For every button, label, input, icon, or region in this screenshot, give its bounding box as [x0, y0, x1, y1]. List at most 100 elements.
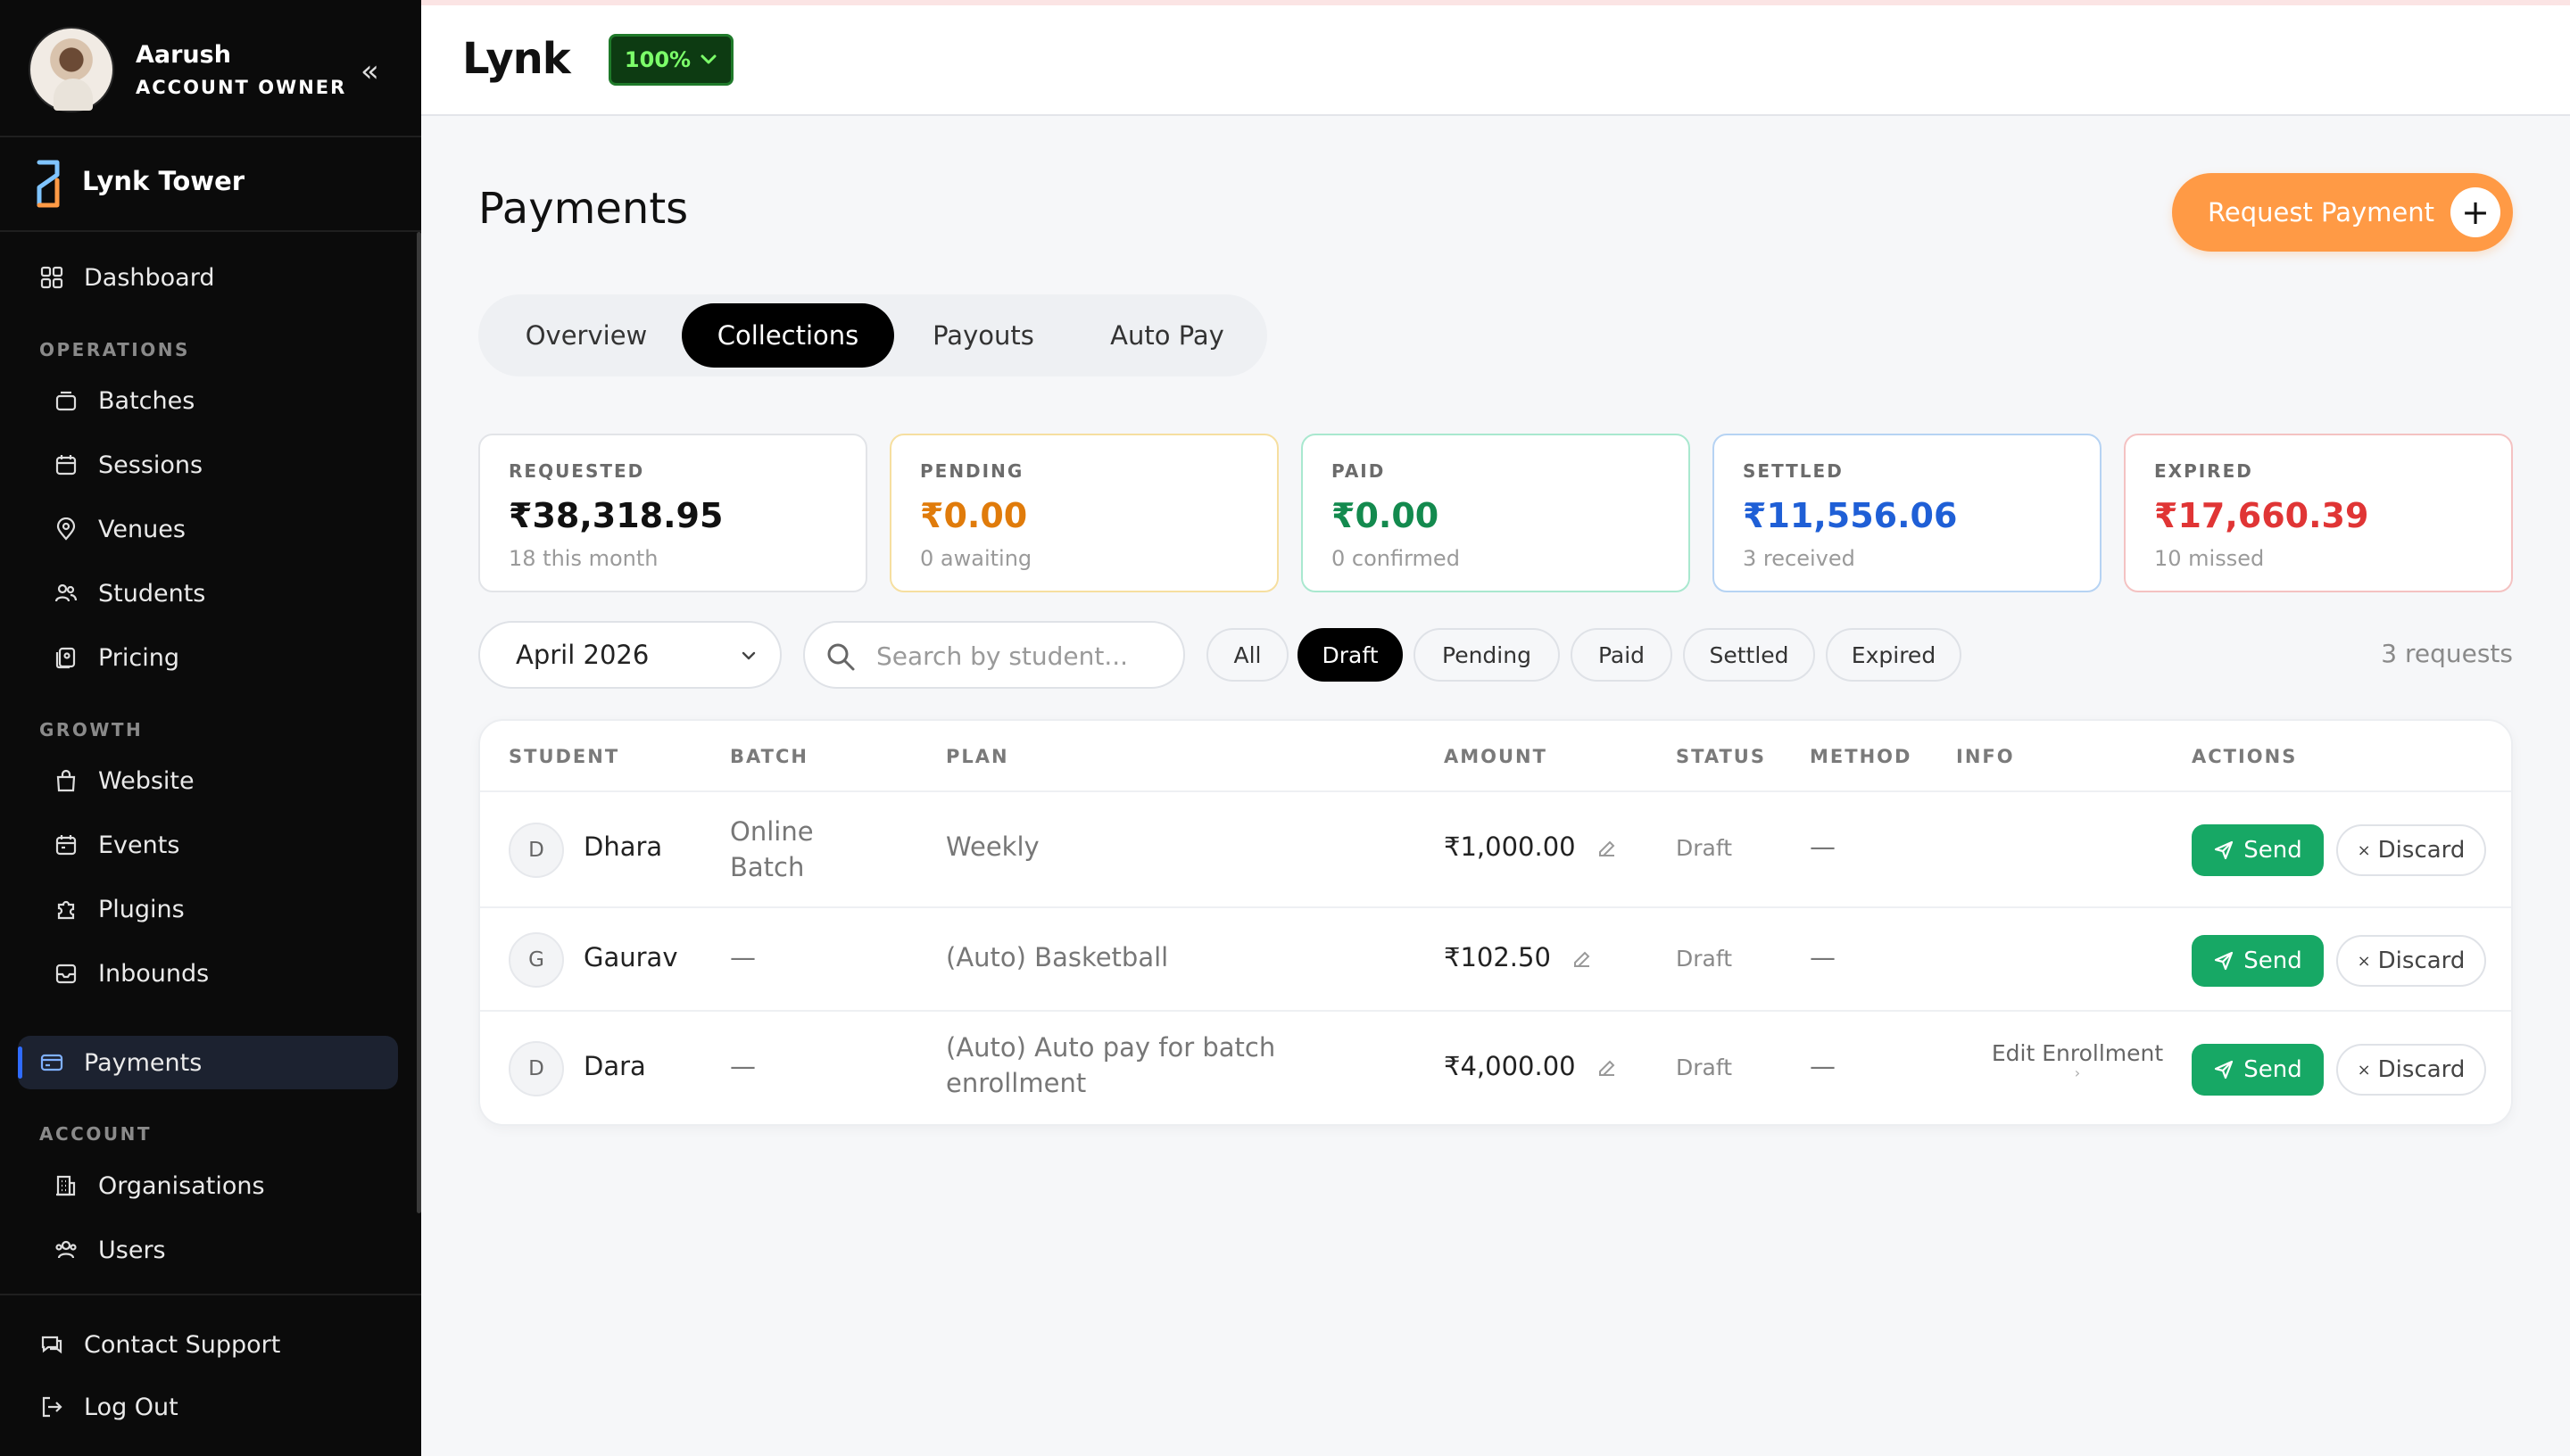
stat-card-settled: SETTLED ₹11,556.06 3 received	[1712, 434, 2102, 592]
amount-value: ₹102.50	[1444, 942, 1551, 972]
discard-button[interactable]: × Discard	[2336, 824, 2486, 876]
calendar-icon	[54, 452, 79, 477]
sidebar-item-sessions[interactable]: Sessions	[54, 438, 410, 492]
sidebar-item-website[interactable]: Website	[54, 754, 410, 807]
close-icon: ×	[2357, 840, 2371, 860]
discard-button[interactable]: × Discard	[2336, 935, 2486, 987]
sidebar-item-payments[interactable]: Payments	[18, 1036, 398, 1089]
edit-enrollment-link[interactable]: Edit Enrollment ›	[1961, 1040, 2193, 1080]
section-account: ACCOUNT	[39, 1123, 152, 1145]
completion-badge[interactable]: 100%	[609, 34, 734, 86]
stat-label: REQUESTED	[509, 460, 645, 482]
calendar-icon	[54, 832, 79, 857]
sidebar-item-label: Batches	[98, 386, 195, 415]
filter-chip-settled[interactable]: Settled	[1683, 628, 1815, 682]
column-header-amount[interactable]: AMOUNT	[1444, 746, 1547, 767]
month-select[interactable]: April 2026	[478, 621, 782, 689]
sidebar: Aarush ACCOUNT OWNER « Lynk Tower Dashbo…	[0, 0, 421, 1456]
sidebar-scrollbar[interactable]	[417, 232, 421, 1213]
filter-chip-paid[interactable]: Paid	[1571, 628, 1672, 682]
brand-logo[interactable]: Lynk	[462, 34, 571, 84]
stat-card-pending: PENDING ₹0.00 0 awaiting	[890, 434, 1279, 592]
search-box	[803, 621, 1185, 689]
table-row[interactable]: G Gaurav — (Auto) Basketball ₹102.50 Dra…	[480, 906, 2511, 1010]
filter-chip-pending[interactable]: Pending	[1414, 628, 1560, 682]
sidebar-item-users[interactable]: Users	[54, 1223, 410, 1277]
stat-value: ₹17,660.39	[2154, 496, 2369, 535]
column-header-student[interactable]: STUDENT	[509, 746, 619, 767]
amount: ₹4,000.00	[1444, 1051, 1618, 1081]
column-header-batch[interactable]: BATCH	[730, 746, 808, 767]
stat-label: PENDING	[920, 460, 1024, 482]
column-header-actions[interactable]: ACTIONS	[2192, 746, 2297, 767]
close-icon: ×	[2357, 1060, 2371, 1080]
request-count: 3 requests	[2381, 639, 2513, 668]
sidebar-item-plugins[interactable]: Plugins	[54, 882, 410, 936]
sidebar-item-log-out[interactable]: Log Out	[39, 1380, 396, 1434]
send-button[interactable]: Send	[2192, 935, 2324, 987]
sidebar-item-students[interactable]: Students	[54, 567, 410, 620]
column-header-status[interactable]: STATUS	[1676, 746, 1766, 767]
request-payment-button[interactable]: Request Payment +	[2172, 173, 2513, 252]
sidebar-item-label: Sessions	[98, 451, 203, 479]
collapse-sidebar-icon[interactable]: «	[361, 54, 379, 89]
sidebar-item-label: Dashboard	[84, 263, 215, 292]
stat-label: EXPIRED	[2154, 460, 2253, 482]
tab-payouts[interactable]: Payouts	[894, 303, 1073, 368]
sidebar-item-label: Venues	[98, 515, 186, 543]
column-header-info[interactable]: INFO	[1956, 746, 2015, 767]
sidebar-item-contact-support[interactable]: Contact Support	[39, 1318, 396, 1371]
org-logo-icon	[37, 160, 60, 208]
send-icon	[2215, 840, 2234, 860]
send-button[interactable]: Send	[2192, 824, 2324, 876]
stat-card-paid: PAID ₹0.00 0 confirmed	[1301, 434, 1690, 592]
sidebar-item-dashboard[interactable]: Dashboard	[39, 251, 396, 304]
student-name: Dhara	[584, 831, 663, 862]
amount: ₹102.50	[1444, 942, 1593, 972]
table-row[interactable]: D Dara — (Auto) Auto pay for batch enrol…	[480, 1010, 2511, 1124]
filter-chip-draft[interactable]: Draft	[1297, 628, 1403, 682]
sidebar-item-inbounds[interactable]: Inbounds	[54, 947, 410, 1000]
edit-icon[interactable]	[1596, 1057, 1618, 1079]
avatar	[29, 27, 114, 112]
status-badge: Draft	[1676, 946, 1733, 972]
org-name: Lynk Tower	[82, 166, 245, 196]
shopping-bag-icon	[54, 768, 79, 793]
sidebar-item-venues[interactable]: Venues	[54, 502, 410, 556]
stat-label: PAID	[1331, 460, 1386, 482]
status-badge: Draft	[1676, 835, 1733, 861]
tab-auto-pay[interactable]: Auto Pay	[1073, 303, 1262, 368]
search-input[interactable]	[876, 635, 1171, 676]
sidebar-item-label: Pricing	[98, 643, 180, 672]
edit-icon[interactable]	[1571, 948, 1593, 970]
tab-collections[interactable]: Collections	[682, 303, 894, 368]
sidebar-item-events[interactable]: Events	[54, 818, 410, 872]
filter-chip-all[interactable]: All	[1206, 628, 1289, 682]
tab-overview[interactable]: Overview	[491, 303, 682, 368]
amount: ₹1,000.00	[1444, 831, 1618, 862]
stat-subtext: 0 confirmed	[1331, 546, 1460, 571]
table-row[interactable]: D Dhara Online Batch Weekly ₹1,000.00 Dr…	[480, 790, 2511, 906]
tab-bar: Overview Collections Payouts Auto Pay	[478, 294, 1267, 376]
profile-name: Aarush	[136, 41, 231, 69]
payment-method: —	[1810, 942, 1836, 972]
sidebar-item-organisations[interactable]: Organisations	[54, 1159, 410, 1212]
sidebar-item-batches[interactable]: Batches	[54, 374, 410, 427]
sidebar-item-label: Contact Support	[84, 1330, 281, 1359]
tag-icon	[54, 645, 79, 670]
profile-card[interactable]: Aarush ACCOUNT OWNER «	[29, 27, 403, 116]
edit-icon[interactable]	[1596, 838, 1618, 859]
discard-button[interactable]: × Discard	[2336, 1044, 2486, 1096]
sidebar-item-label: Plugins	[98, 895, 185, 923]
column-header-plan[interactable]: PLAN	[946, 746, 1009, 767]
status-badge: Draft	[1676, 1055, 1733, 1080]
section-growth: GROWTH	[39, 719, 144, 740]
sidebar-item-label: Organisations	[98, 1171, 265, 1200]
send-button[interactable]: Send	[2192, 1044, 2324, 1096]
column-header-method[interactable]: METHOD	[1810, 746, 1911, 767]
stat-card-expired: EXPIRED ₹17,660.39 10 missed	[2124, 434, 2513, 592]
sidebar-item-label: Events	[98, 831, 180, 859]
batch-name: —	[730, 942, 756, 972]
filter-chip-expired[interactable]: Expired	[1826, 628, 1961, 682]
sidebar-item-pricing[interactable]: Pricing	[54, 631, 410, 684]
